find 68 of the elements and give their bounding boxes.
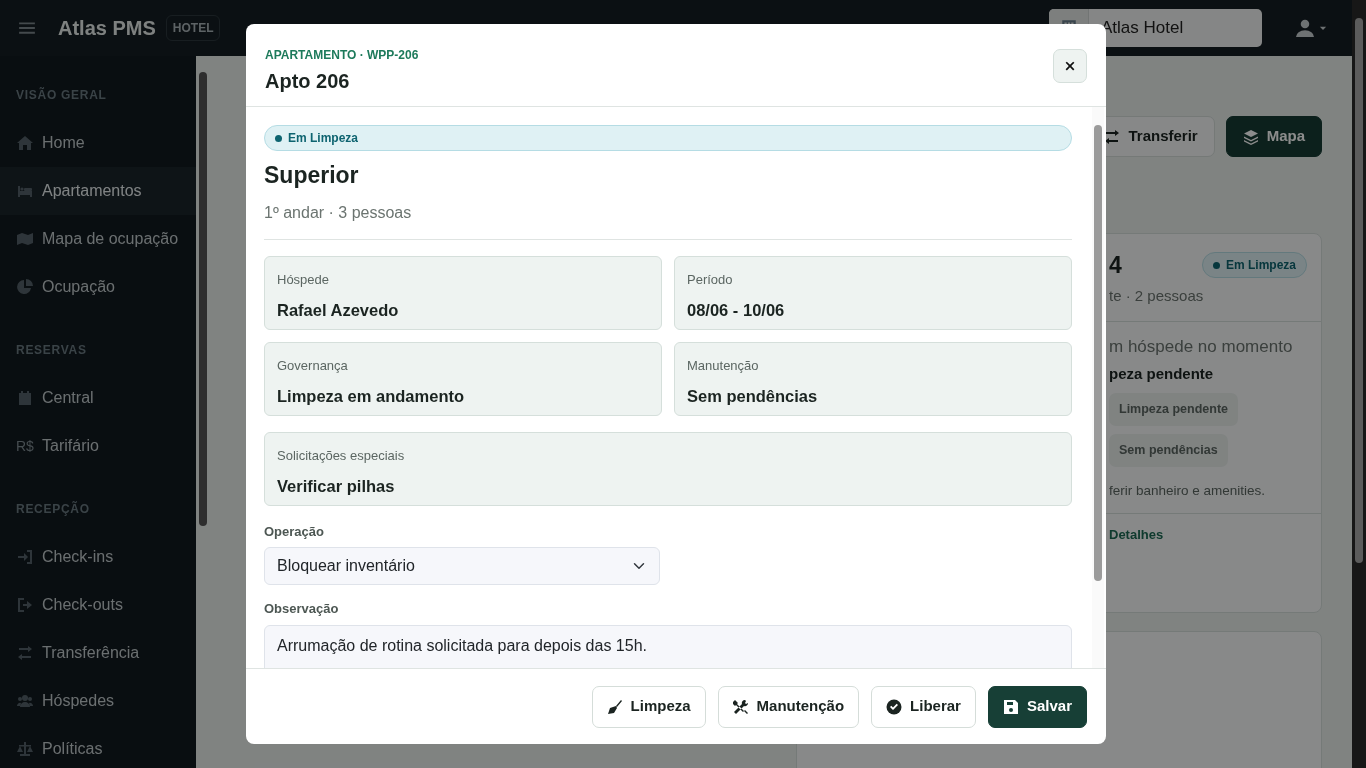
note-field[interactable]: Arrumação de rotina solicitada para depois das 15h. xyxy=(264,624,1072,668)
info-label: Solicitações especiais xyxy=(277,446,406,465)
map-icon xyxy=(16,231,34,247)
sidebar-item[interactable]: Home xyxy=(0,119,196,167)
info-label: Hóspede xyxy=(277,270,331,289)
sign-in-icon xyxy=(16,549,34,565)
status-badge: Em Limpeza xyxy=(264,125,1072,151)
map-button[interactable]: Mapa xyxy=(1225,116,1322,157)
modal-title: Apto 206 xyxy=(265,69,351,94)
menu-icon[interactable] xyxy=(18,19,36,37)
user-icon xyxy=(1296,19,1314,37)
info-label: Período xyxy=(687,270,734,289)
field-label: Observação xyxy=(264,600,340,618)
sidebar-item[interactable]: Mapa de ocupação xyxy=(0,215,196,263)
details-link[interactable]: Detalhes xyxy=(1109,524,1164,545)
brand-name: Atlas PMS xyxy=(58,16,156,41)
save-icon xyxy=(1002,698,1019,715)
users-icon xyxy=(16,693,34,709)
cleaning-button[interactable]: Limpeza xyxy=(591,685,706,728)
info-label: Governança xyxy=(277,356,349,375)
operation-select[interactable]: Bloquear inventário xyxy=(264,547,660,585)
release-button[interactable]: Liberar xyxy=(871,685,976,728)
sidebar-item[interactable]: Central xyxy=(0,374,196,422)
transfer-icon xyxy=(16,645,34,661)
status-tag: Limpeza pendente xyxy=(1109,393,1239,426)
sign-out-icon xyxy=(16,597,34,613)
check-circle-icon xyxy=(886,698,903,715)
sidebar-item[interactable]: Apartamentos xyxy=(0,167,196,215)
info-value: Limpeza em andamento xyxy=(277,386,466,407)
calendar-icon xyxy=(16,390,34,406)
maintenance-button[interactable]: Manutenção xyxy=(717,685,860,728)
sidebar-item[interactable]: Políticas xyxy=(0,725,196,768)
sidebar-item[interactable]: Transferência xyxy=(0,629,196,677)
room-subtitle: te · 2 pessoas xyxy=(1109,285,1205,306)
sidebar-item[interactable]: Check-ins xyxy=(0,533,196,581)
currency-icon: R$ xyxy=(16,435,34,457)
bed-icon xyxy=(16,183,34,199)
user-menu[interactable] xyxy=(1296,19,1328,37)
save-button[interactable]: Salvar xyxy=(987,685,1087,728)
modal-eyebrow: APARTAMENTO · WPP-206 xyxy=(265,47,419,64)
room-category: Superior xyxy=(264,161,360,190)
info-value: Rafael Azevedo xyxy=(277,300,400,321)
sidebar-item[interactable]: Ocupação xyxy=(0,263,196,311)
info-label: Manutenção xyxy=(687,356,760,375)
guest-text: m hóspede no momento xyxy=(1109,336,1294,358)
info-value: Verificar pilhas xyxy=(277,476,396,497)
room-number: 4 xyxy=(1109,251,1122,280)
broom-icon xyxy=(606,698,623,715)
pie-chart-icon xyxy=(16,279,34,295)
brand-tag: HOTEL xyxy=(165,15,221,41)
room-subtitle: 1º andar · 3 pessoas xyxy=(264,200,1072,240)
info-value: 08/06 - 10/06 xyxy=(687,300,786,321)
transfer-icon xyxy=(1104,128,1121,145)
status-badge: Em Limpeza xyxy=(1201,252,1307,279)
sidebar-item[interactable]: Hóspedes xyxy=(0,677,196,725)
tools-icon xyxy=(732,698,749,715)
note-text: ferir banheiro e amenities. xyxy=(1109,481,1267,500)
home-icon xyxy=(16,135,34,151)
info-value: Sem pendências xyxy=(687,386,819,407)
sidebar-item[interactable]: Check-outs xyxy=(0,581,196,629)
status-tag: Sem pendências xyxy=(1109,433,1228,467)
housekeeping-text: peza pendente xyxy=(1109,363,1215,384)
scale-icon xyxy=(16,741,34,757)
close-button[interactable] xyxy=(1053,49,1087,83)
layers-icon xyxy=(1242,128,1259,145)
close-icon xyxy=(1063,59,1077,73)
sidebar-item[interactable]: R$ Tarifário xyxy=(0,422,196,470)
field-label: Operação xyxy=(264,522,325,541)
